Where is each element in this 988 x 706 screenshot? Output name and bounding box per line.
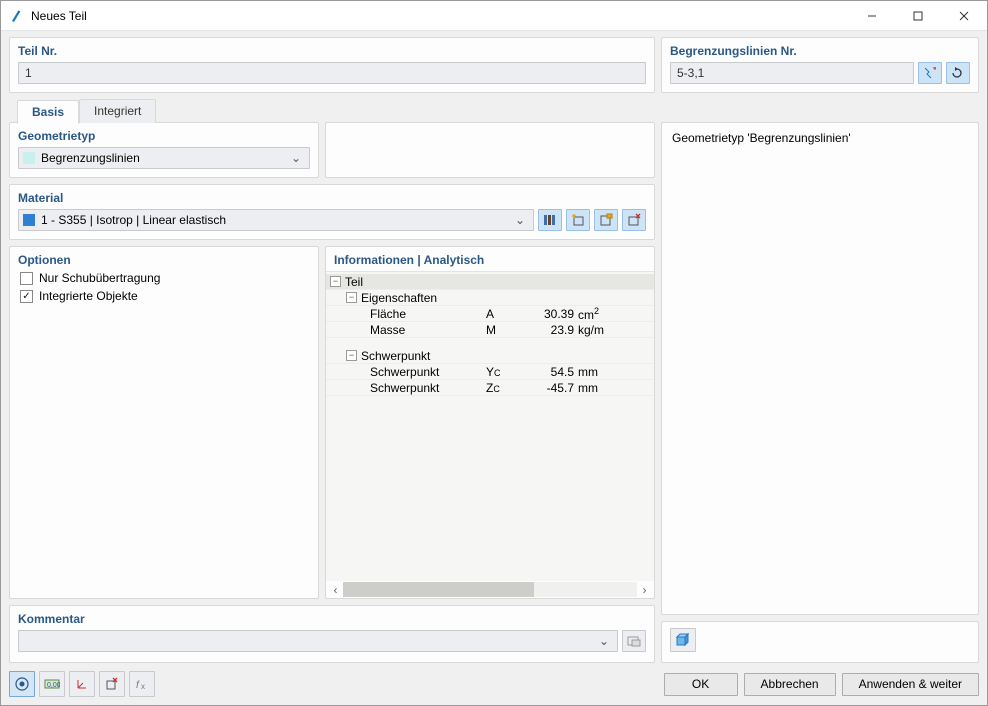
chevron-down-icon: ⌄ xyxy=(595,634,613,648)
geometrietyp-value: Begrenzungslinien xyxy=(41,151,287,165)
row-masse-label: Masse xyxy=(370,323,486,337)
window-title: Neues Teil xyxy=(31,9,849,23)
comment-action-icon[interactable] xyxy=(622,630,646,652)
geometrietyp-combo[interactable]: Begrenzungslinien ⌄ xyxy=(18,147,310,169)
svg-text:0,00: 0,00 xyxy=(47,682,60,689)
footer-help-icon[interactable] xyxy=(9,671,35,697)
teil-nr-label: Teil Nr. xyxy=(18,44,646,58)
row-schwer2-val: -45.7 xyxy=(520,381,574,395)
footer-delete-icon[interactable] xyxy=(99,671,125,697)
geom-swatch-icon xyxy=(23,152,35,164)
right-bottom-panel xyxy=(661,621,979,663)
options-panel: Optionen Nur Schubübertragung ✓ Integrie… xyxy=(9,246,319,599)
geom-info-text: Geometrietyp 'Begrenzungslinien' xyxy=(672,131,968,145)
geom-preview-panel xyxy=(325,122,655,178)
tree-eigenschaften: Eigenschaften xyxy=(361,291,437,305)
tree-teil: Teil xyxy=(345,275,363,289)
row-flaeche-val: 30.39 xyxy=(520,307,574,321)
geometrietyp-label: Geometrietyp xyxy=(18,129,310,143)
schub-label: Nur Schubübertragung xyxy=(39,271,160,285)
material-value: 1 - S355 | Isotrop | Linear elastisch xyxy=(41,213,511,227)
material-label: Material xyxy=(18,191,646,205)
material-combo[interactable]: 1 - S355 | Isotrop | Linear elastisch ⌄ xyxy=(18,209,534,231)
ok-button[interactable]: OK xyxy=(664,673,738,696)
comment-panel: Kommentar ⌄ xyxy=(9,605,655,663)
tree-toggle[interactable]: − xyxy=(346,292,357,303)
footer-fx-icon[interactable]: fx xyxy=(129,671,155,697)
row-schwer2-sym: ZC xyxy=(486,381,520,395)
row-schwer2-label: Schwerpunkt xyxy=(370,381,486,395)
row-flaeche-sym: A xyxy=(486,307,520,321)
horizontal-scrollbar[interactable]: ‹ › xyxy=(326,581,654,598)
checkbox-integrierte[interactable]: ✓ xyxy=(20,290,33,303)
apply-button[interactable]: Anwenden & weiter xyxy=(842,673,979,696)
maximize-button[interactable] xyxy=(895,1,941,31)
scroll-thumb[interactable] xyxy=(343,582,534,597)
info-tree: − Teil − Eigenschaften Fläche xyxy=(326,271,654,581)
svg-text:f: f xyxy=(136,680,140,691)
info-panel: Informationen | Analytisch − Teil − Eige… xyxy=(325,246,655,599)
tree-schwerpunkt: Schwerpunkt xyxy=(361,349,430,363)
material-swatch-icon xyxy=(23,214,35,226)
pick-lines-icon[interactable] xyxy=(918,62,942,84)
row-flaeche-unit: cm2 xyxy=(574,306,614,322)
row-masse-val: 23.9 xyxy=(520,323,574,337)
material-panel: Material 1 - S355 | Isotrop | Linear ela… xyxy=(9,184,655,240)
app-icon xyxy=(9,8,25,24)
footer-coords-icon[interactable] xyxy=(69,671,95,697)
minimize-button[interactable] xyxy=(849,1,895,31)
material-edit-icon[interactable] xyxy=(594,209,618,231)
row-schwer2-unit: mm xyxy=(574,381,614,395)
chevron-down-icon: ⌄ xyxy=(511,213,529,227)
tree-toggle[interactable]: − xyxy=(346,350,357,361)
checkbox-schub[interactable] xyxy=(20,272,33,285)
row-masse-sym: M xyxy=(486,323,520,337)
reverse-icon[interactable] xyxy=(946,62,970,84)
options-label: Optionen xyxy=(18,253,310,267)
row-flaeche-label: Fläche xyxy=(370,307,486,321)
scroll-left-icon[interactable]: ‹ xyxy=(328,582,343,597)
close-button[interactable] xyxy=(941,1,987,31)
integrierte-label: Integrierte Objekte xyxy=(39,289,138,303)
row-schwer1-unit: mm xyxy=(574,365,614,379)
info-title: Informationen | Analytisch xyxy=(326,247,654,271)
geom-info-panel: Geometrietyp 'Begrenzungslinien' xyxy=(661,122,979,615)
svg-text:x: x xyxy=(141,682,145,691)
comment-label: Kommentar xyxy=(18,612,646,626)
material-new-icon[interactable] xyxy=(566,209,590,231)
tree-toggle[interactable]: − xyxy=(330,276,341,287)
row-schwer1-sym: YC xyxy=(486,365,520,379)
begrenzung-input[interactable] xyxy=(670,62,914,84)
row-schwer1-label: Schwerpunkt xyxy=(370,365,486,379)
view-3d-icon[interactable] xyxy=(670,628,696,652)
tab-integriert[interactable]: Integriert xyxy=(79,99,156,123)
teil-nr-panel: Teil Nr. xyxy=(9,37,655,93)
scroll-right-icon[interactable]: › xyxy=(637,582,652,597)
footer-units-icon[interactable]: 0,00 xyxy=(39,671,65,697)
row-masse-unit: kg/m xyxy=(574,323,614,337)
material-library-icon[interactable] xyxy=(538,209,562,231)
geometrietyp-panel: Geometrietyp Begrenzungslinien ⌄ xyxy=(9,122,319,178)
chevron-down-icon: ⌄ xyxy=(287,151,305,165)
teil-nr-input[interactable] xyxy=(18,62,646,84)
comment-combo[interactable]: ⌄ xyxy=(18,630,618,652)
material-delete-icon[interactable] xyxy=(622,209,646,231)
cancel-button[interactable]: Abbrechen xyxy=(744,673,836,696)
row-schwer1-val: 54.5 xyxy=(520,365,574,379)
tab-basis[interactable]: Basis xyxy=(17,100,79,124)
begrenzung-label: Begrenzungslinien Nr. xyxy=(670,44,970,58)
begrenzung-panel: Begrenzungslinien Nr. xyxy=(661,37,979,93)
